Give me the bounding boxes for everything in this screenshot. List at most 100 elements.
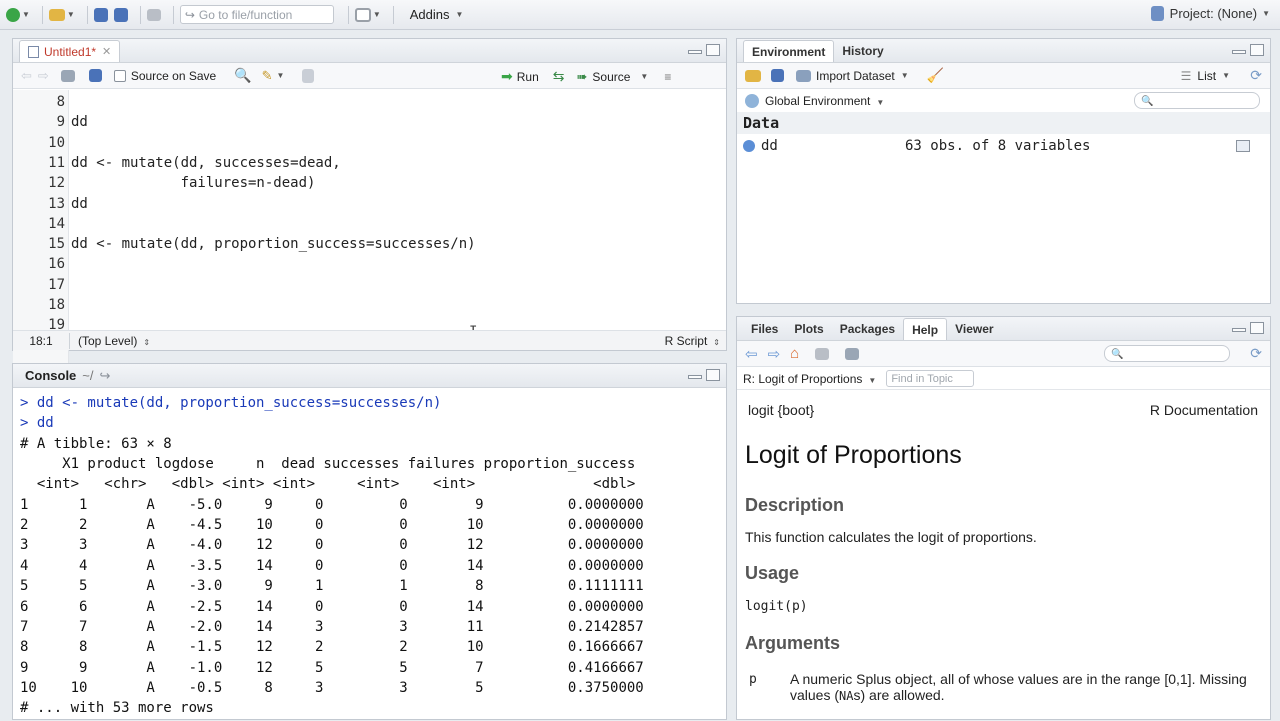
global-environment-menu[interactable]: Global Environment ▼ (765, 94, 884, 108)
tab-packages[interactable]: Packages (832, 318, 903, 340)
environment-pane: Environment History Import Dataset ▼ 🧹 ☰ … (736, 38, 1271, 304)
code-line[interactable]: 10 (13, 133, 726, 153)
load-workspace-icon[interactable] (745, 69, 761, 82)
back-icon[interactable]: ⇦ (745, 345, 758, 363)
source-button[interactable]: Source (592, 70, 630, 84)
tab-viewer[interactable]: Viewer (947, 318, 1001, 340)
code-line[interactable]: 9 dd (13, 112, 726, 132)
minimize-icon[interactable] (1232, 50, 1246, 54)
maximize-icon[interactable] (706, 369, 720, 381)
maximize-icon[interactable] (1250, 322, 1264, 334)
view-mode-label: List (1197, 68, 1217, 83)
run-icon: ➡ (501, 68, 513, 84)
minimize-icon[interactable] (1232, 328, 1246, 332)
code-line[interactable]: 8 (13, 92, 726, 112)
forward-icon[interactable]: ⇨ (38, 68, 49, 84)
rerun-icon[interactable]: ⇆ (553, 68, 565, 85)
forward-icon[interactable]: ⇨ (768, 345, 781, 363)
goto-directory-icon[interactable]: ↪ (100, 368, 111, 384)
r-env-icon (745, 94, 759, 108)
data-section-label: Data (743, 114, 780, 132)
arg-text-post: s) are allowed. (853, 687, 945, 703)
save-workspace-icon[interactable] (771, 69, 784, 82)
run-button[interactable]: Run (517, 70, 539, 84)
scope-selector[interactable]: (Top Level) ⇕ (78, 334, 150, 348)
tab-history[interactable]: History (834, 40, 891, 62)
show-in-window-icon[interactable] (845, 347, 860, 360)
line-number: 12 (48, 175, 65, 192)
refresh-icon[interactable]: ⟳ (1250, 345, 1262, 362)
tab-files[interactable]: Files (743, 318, 786, 340)
description-heading: Description (745, 495, 845, 515)
close-tab-icon[interactable]: ✕ (102, 45, 111, 58)
source-on-save-checkbox[interactable] (113, 69, 126, 82)
console-output-line: # ... with 53 more rows (20, 700, 214, 717)
list-icon: ☰ (1180, 68, 1192, 83)
search-icon: 🔍 (1141, 96, 1154, 107)
maximize-icon[interactable] (1250, 44, 1264, 56)
refresh-icon[interactable]: ⟳ (1250, 67, 1262, 84)
line-number: 15 (48, 236, 65, 253)
save-button[interactable] (93, 4, 108, 26)
code-line[interactable]: 12 failures=n-dead) (13, 173, 726, 193)
code-line[interactable]: 13 dd (13, 194, 726, 214)
cursor-position: 18:1 (29, 333, 53, 348)
code-line[interactable]: 15 dd <- mutate(dd, proportion_success=su… (13, 234, 726, 254)
code-line[interactable]: 18 (13, 295, 726, 315)
code-line[interactable]: 11 dd <- mutate(dd, successes=dead, (13, 153, 726, 173)
help-topic-menu[interactable]: R: Logit of Proportions ▼ (743, 372, 876, 386)
tab-help[interactable]: Help (903, 318, 948, 340)
new-file-button[interactable]: ▼ (6, 4, 30, 26)
minimize-icon[interactable] (688, 50, 702, 54)
search-icon[interactable]: 🔍 (234, 67, 251, 84)
addins-menu[interactable]: Addins ▼ (410, 4, 464, 26)
line-code: dd (71, 114, 88, 131)
console-output-line: # A tibble: 63 × 8 (20, 435, 172, 452)
view-mode-menu[interactable]: ☰ List ▼ (1181, 69, 1230, 83)
environment-search-input[interactable]: 🔍 (1134, 92, 1260, 109)
print-icon[interactable] (815, 347, 830, 360)
save-icon (93, 7, 108, 22)
workspace-panes-button[interactable]: ▼ (354, 4, 381, 26)
open-file-button[interactable]: ▼ (48, 4, 75, 26)
code-line[interactable]: 16 (13, 254, 726, 274)
line-number: 11 (48, 154, 65, 171)
goto-file-input[interactable]: ↪ Go to file/function (179, 5, 334, 24)
code-editor[interactable]: 8 9 dd 10 11 dd <- mutate(dd, successes=dead,… (13, 90, 726, 369)
tab-plots[interactable]: Plots (786, 318, 831, 340)
console-output-line: <int> <chr> <dbl> <int> <int> <int> <int… (20, 476, 636, 493)
table-icon (796, 69, 811, 82)
source-editor-pane: Untitled1* ✕ ⇦ ⇨ Source on Save 🔍 ✎ ▼ ➡ R… (12, 38, 727, 369)
filetype-selector[interactable]: R Script ⇕ (665, 334, 720, 348)
show-in-window-icon[interactable] (60, 69, 75, 82)
import-dataset-label: Import Dataset (816, 68, 895, 83)
view-data-icon[interactable] (1236, 140, 1250, 152)
tab-untitled1[interactable]: Untitled1* ✕ (19, 40, 121, 62)
save-icon[interactable] (88, 69, 102, 82)
maximize-icon[interactable] (706, 44, 720, 56)
back-icon[interactable]: ⇦ (21, 68, 32, 84)
environment-row-dd[interactable]: dd 63 obs. of 8 variables (737, 135, 1270, 157)
expand-icon[interactable] (743, 140, 755, 152)
help-search-input[interactable]: 🔍 (1104, 345, 1230, 362)
import-dataset-button[interactable]: Import Dataset ▼ (796, 69, 909, 83)
code-line[interactable]: 17 (13, 275, 726, 295)
outline-icon[interactable]: ≡ (664, 70, 671, 84)
console-output-line: 3 3 A -4.0 12 0 0 12 0.0000000 (20, 537, 644, 554)
scope-label: (Top Level) (78, 333, 138, 348)
help-pane: Files Plots Packages Help Viewer ⇦ ⇨ ⌂ 🔍… (736, 316, 1271, 720)
clear-broom-icon[interactable]: 🧹 (927, 67, 944, 84)
usage-code: logit(p) (745, 599, 808, 614)
minimize-icon[interactable] (688, 375, 702, 379)
find-in-topic-input[interactable]: Find in Topic (886, 370, 975, 387)
compile-report-icon[interactable] (302, 68, 315, 83)
home-icon[interactable]: ⌂ (790, 345, 799, 362)
argument-name: p (749, 672, 757, 687)
grid-icon (354, 7, 371, 22)
code-tools-icon[interactable]: ✎ (262, 68, 273, 84)
project-menu[interactable]: Project: (None) ▼ (1150, 6, 1270, 21)
code-line[interactable]: 14 (13, 214, 726, 234)
print-button[interactable] (146, 4, 161, 26)
tab-environment[interactable]: Environment (743, 40, 835, 62)
save-all-button[interactable] (113, 4, 128, 26)
